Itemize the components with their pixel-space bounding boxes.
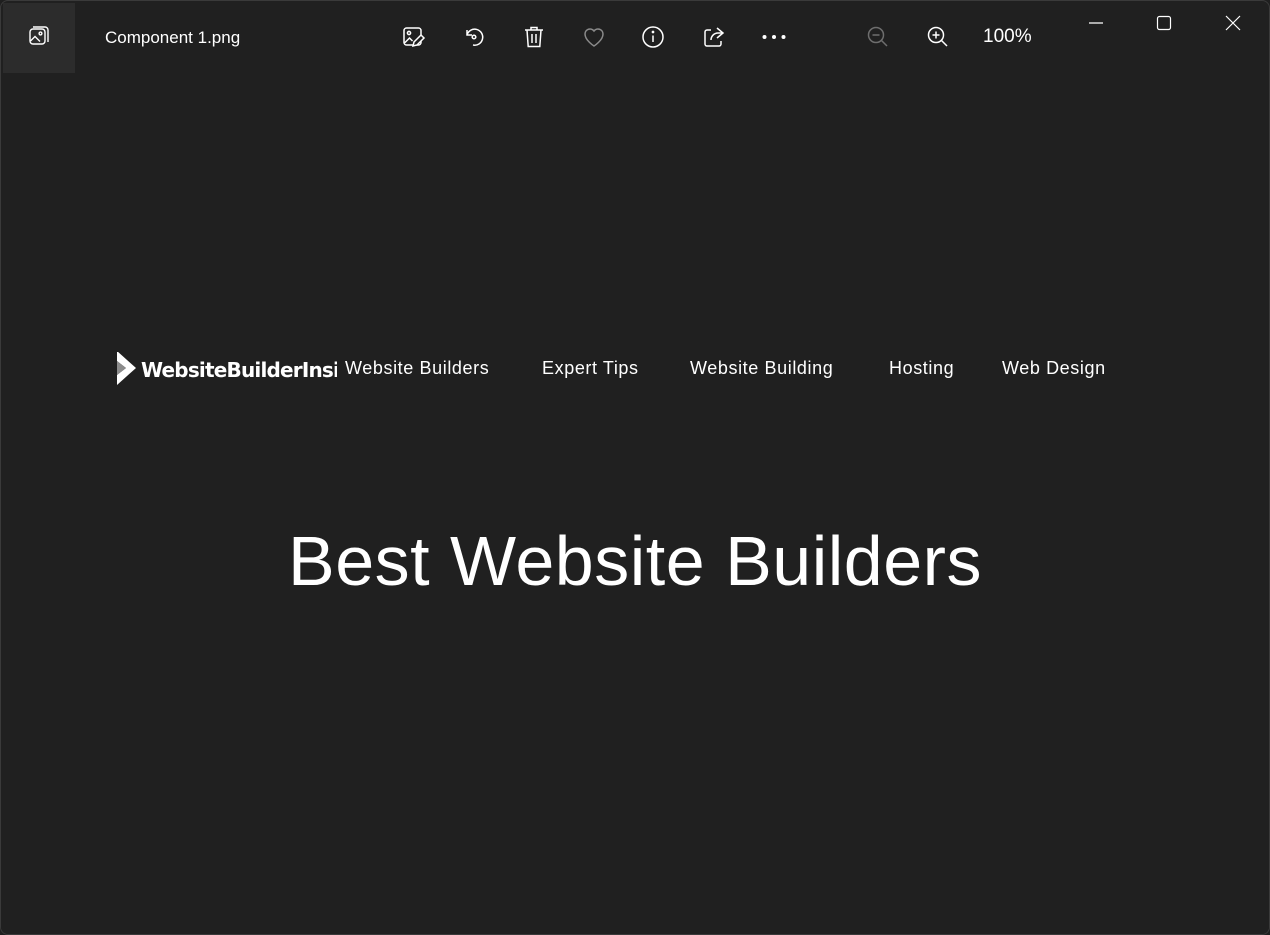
zoom-in-button[interactable]: [920, 19, 956, 55]
zoom-out-button[interactable]: [860, 19, 896, 55]
share-icon: [701, 24, 727, 50]
nav-hosting: Hosting: [889, 358, 955, 378]
delete-icon: [522, 24, 546, 50]
gallery-icon: [27, 24, 51, 53]
nav-website-building: Website Building: [690, 358, 834, 378]
zoom-out-icon: [865, 24, 891, 50]
hero-headline: Best Website Builders: [288, 522, 982, 600]
rotate-button[interactable]: [456, 19, 492, 55]
more-options-button[interactable]: [756, 19, 792, 55]
maximize-button[interactable]: [1141, 5, 1187, 45]
displayed-image: WebsiteBuilderInsi Website Builders Expe…: [1, 73, 1269, 934]
file-info-button[interactable]: [635, 19, 671, 55]
image-viewer-area[interactable]: WebsiteBuilderInsi Website Builders Expe…: [1, 73, 1269, 934]
zoom-in-icon: [925, 24, 951, 50]
nav-web-design: Web Design: [1002, 358, 1106, 378]
edit-image-icon: [400, 24, 426, 50]
delete-button[interactable]: [516, 19, 552, 55]
maximize-icon: [1156, 15, 1172, 36]
rotate-icon: [461, 24, 487, 50]
logo-text: WebsiteBuilderInsi: [141, 358, 337, 382]
file-name-title: Component 1.png: [105, 28, 241, 47]
zoom-level[interactable]: 100%: [983, 26, 1032, 48]
site-logo: WebsiteBuilderInsi: [117, 352, 337, 388]
more-icon: [761, 33, 787, 41]
edit-image-button[interactable]: [395, 19, 431, 55]
nav-expert-tips: Expert Tips: [542, 358, 639, 378]
close-button[interactable]: [1210, 5, 1256, 45]
minimize-icon: [1088, 15, 1104, 36]
title-bar: Component 1.png 100%: [1, 1, 1269, 74]
info-icon: [640, 24, 666, 50]
logo-play-icon: [117, 352, 137, 388]
favorite-button[interactable]: [576, 19, 612, 55]
minimize-button[interactable]: [1073, 5, 1119, 45]
photos-app-window: Component 1.png 100% WebsiteBuilderInsi …: [0, 0, 1270, 935]
nav-website-builders: Website Builders: [345, 358, 490, 378]
favorite-icon: [581, 25, 607, 49]
share-button[interactable]: [696, 19, 732, 55]
gallery-button[interactable]: [3, 3, 75, 74]
close-icon: [1225, 15, 1241, 36]
